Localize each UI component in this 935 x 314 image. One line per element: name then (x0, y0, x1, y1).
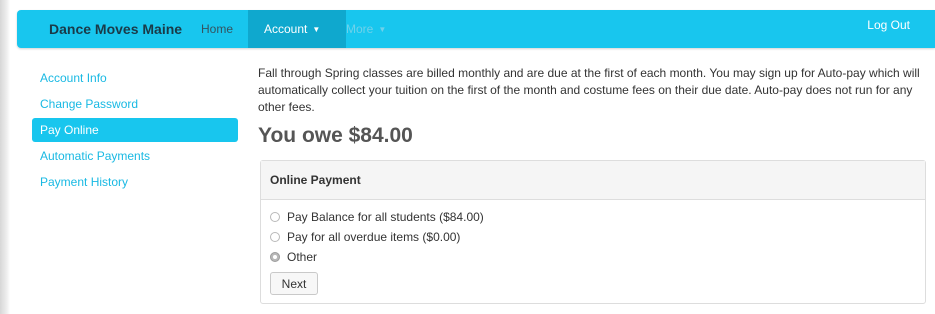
window-edge-shadow (0, 0, 10, 314)
next-button[interactable]: Next (270, 272, 318, 295)
brand-logo-text[interactable]: Dance Moves Maine (49, 10, 182, 48)
sidebar-item-pay-online[interactable]: Pay Online (32, 118, 238, 142)
balance-heading: You owe $84.00 (258, 124, 413, 147)
caret-down-icon: ▼ (378, 25, 387, 34)
option-label: Pay Balance for all students ($84.00) (287, 210, 484, 224)
top-navbar: Dance Moves Maine Home Account ▼ More ▼ Lo… (17, 10, 935, 48)
radio-button[interactable] (270, 232, 280, 242)
payment-option-other[interactable]: Other (270, 248, 317, 266)
account-sidebar: Account Info Change Password Pay Online … (32, 66, 238, 196)
nav-account-dropdown[interactable]: Account ▼ (248, 10, 346, 48)
radio-button-selected[interactable] (270, 252, 280, 262)
option-label: Pay for all overdue items ($0.00) (287, 230, 461, 244)
option-label: Other (287, 250, 318, 264)
nav-home-link[interactable]: Home (201, 10, 233, 48)
sidebar-item-account-info[interactable]: Account Info (32, 66, 238, 90)
nav-more-label: More (346, 22, 374, 36)
payment-option-balance[interactable]: Pay Balance for all students ($84.00) (270, 208, 484, 226)
sidebar-item-automatic-payments[interactable]: Automatic Payments (32, 144, 238, 168)
sidebar-item-payment-history[interactable]: Payment History (32, 170, 238, 194)
payment-option-overdue[interactable]: Pay for all overdue items ($0.00) (270, 228, 460, 246)
panel-title: Online Payment (261, 161, 925, 200)
nav-account-label: Account (264, 22, 308, 36)
online-payment-panel: Online Payment Pay Balance for all stude… (260, 160, 926, 304)
caret-down-icon: ▼ (312, 25, 321, 34)
sidebar-item-change-password[interactable]: Change Password (32, 92, 238, 116)
nav-more-dropdown[interactable]: More ▼ (346, 10, 386, 48)
logout-link[interactable]: Log Out (867, 10, 910, 44)
radio-button[interactable] (270, 212, 280, 222)
billing-info-text: Fall through Spring classes are billed m… (258, 66, 920, 114)
